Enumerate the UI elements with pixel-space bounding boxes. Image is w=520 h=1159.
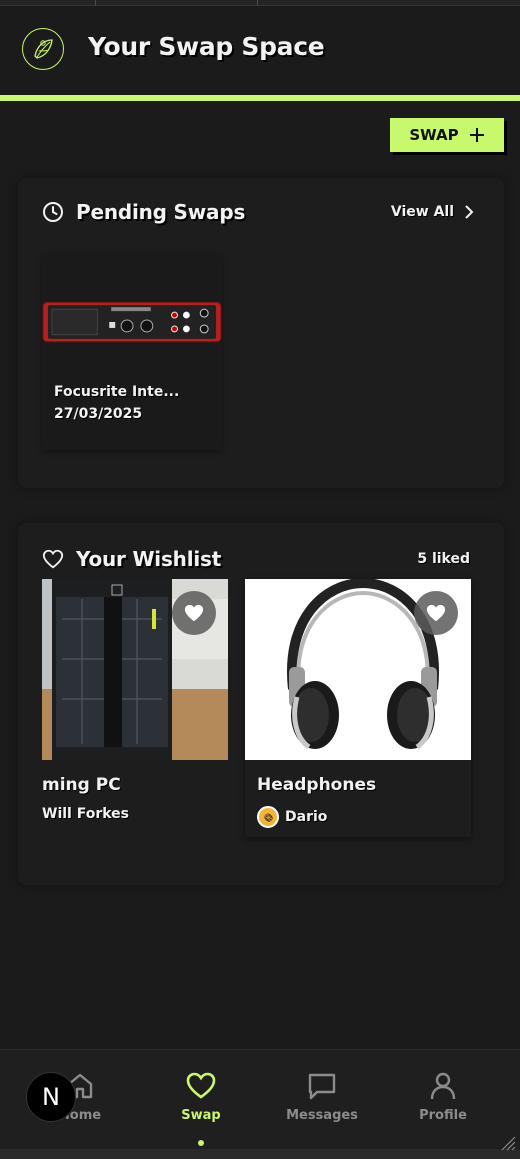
nav-item-messages[interactable]: Messages — [262, 1070, 382, 1123]
heart-outline-icon — [42, 548, 64, 570]
wishlist-item-title: Headphones — [257, 775, 377, 795]
owner-avatar: ☺ — [257, 806, 279, 828]
swap-button-label: SWAP — [409, 126, 459, 144]
app-header: Your Swap Space — [0, 6, 520, 94]
wishlist-header: Your Wishlist 5 liked — [42, 547, 470, 571]
nav-item-profile[interactable]: Profile — [383, 1070, 503, 1123]
pending-item-name: Focusrite Inte... — [54, 384, 180, 400]
heart-filled-icon — [426, 604, 446, 622]
wishlist-item-owner: Will Forkes — [42, 806, 129, 822]
nav-item-swap[interactable]: Swap — [141, 1070, 261, 1123]
wishlist-card[interactable]: Headphones ☺ Dario — [245, 579, 471, 837]
dev-tools-badge[interactable]: N — [26, 1072, 76, 1122]
clock-icon — [42, 201, 64, 223]
active-indicator — [198, 1140, 204, 1146]
chevron-right-icon — [465, 205, 474, 219]
nav-label: Messages — [286, 1108, 358, 1123]
owner-name: Will Forkes — [42, 806, 129, 822]
nav-label: Swap — [181, 1108, 221, 1123]
wishlist-card[interactable]: ming PC Will Forkes — [42, 579, 228, 837]
user-icon — [430, 1072, 456, 1100]
heart-icon — [186, 1072, 216, 1099]
resize-grip-icon[interactable] — [500, 1135, 516, 1151]
unlike-button[interactable] — [172, 591, 216, 635]
view-all-link[interactable]: View All — [391, 204, 474, 220]
bottom-navigation: Home Swap Messages Profile — [0, 1049, 520, 1149]
pending-swap-card[interactable]: Focusrite Inte... 27/03/2025 — [42, 254, 222, 450]
unlike-button[interactable] — [414, 591, 458, 635]
audio-interface-image — [42, 272, 222, 372]
leaf-logo-icon — [34, 39, 53, 59]
bottom-strip — [0, 1149, 520, 1159]
swap-button[interactable]: SWAP — [390, 118, 504, 152]
wishlist-item-title: ming PC — [42, 775, 121, 795]
wishlist-title: Your Wishlist — [76, 547, 222, 571]
plus-icon — [469, 128, 484, 142]
wishlist-item-owner: ☺ Dario — [257, 806, 327, 828]
nav-label: Profile — [419, 1108, 467, 1123]
heart-filled-icon — [184, 604, 204, 622]
view-all-label: View All — [390, 204, 454, 220]
owner-name: Dario — [285, 809, 328, 825]
header-accent-line — [0, 95, 520, 101]
pending-swaps-header: Pending Swaps View All — [42, 200, 474, 224]
page-title: Your Swap Space — [88, 32, 325, 61]
app-logo[interactable] — [22, 28, 64, 70]
wishlist-count: 5 liked — [417, 551, 470, 567]
wishlist-panel: Your Wishlist 5 liked ming PC Will Forke… — [18, 523, 504, 885]
pending-swaps-title: Pending Swaps — [76, 200, 246, 224]
message-icon — [308, 1073, 336, 1100]
pending-item-date: 27/03/2025 — [54, 406, 143, 422]
dev-badge-letter: N — [42, 1083, 60, 1111]
pending-swaps-panel: Pending Swaps View All Focusrite Inte...… — [18, 178, 504, 488]
